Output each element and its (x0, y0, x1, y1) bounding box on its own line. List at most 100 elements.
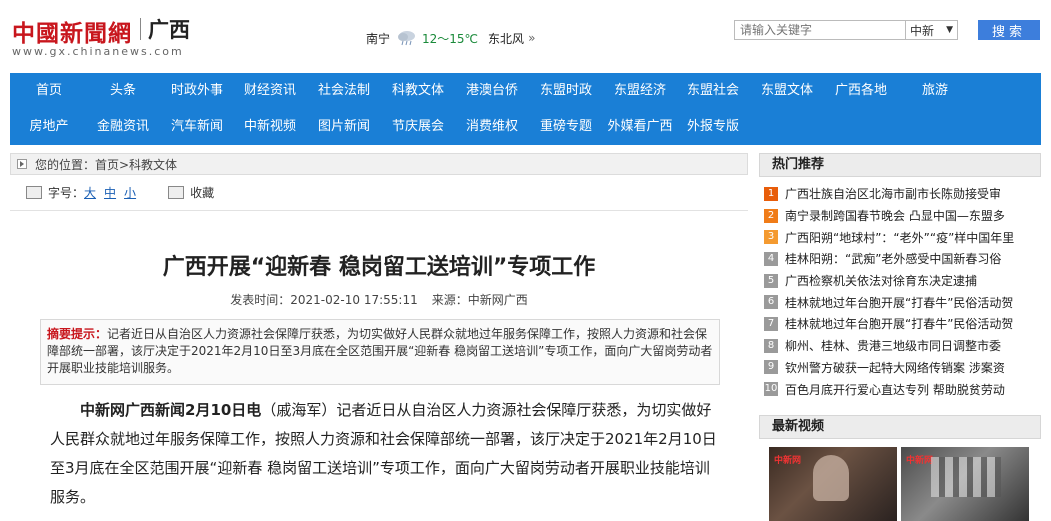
article-body: 中新网广西新闻2月10日电（戚海军）记者近日从自治区人力资源社会保障厅获悉，为切… (50, 396, 718, 512)
nav-item-photo[interactable]: 图片新闻 (307, 109, 381, 145)
list-item[interactable]: 8 柳州、桂林、贵港三地级市同日调整市委 (759, 335, 1041, 357)
hot-recommend-header: 热门推荐 (759, 153, 1041, 177)
logo-main-text: 中國新聞網 (12, 20, 132, 47)
main-nav: 首页 头条 时政外事 财经资讯 社会法制 科教文体 港澳台侨 东盟时政 东盟经济… (10, 73, 1041, 145)
weather-temperature: 12～15℃ (422, 31, 479, 46)
rank-badge: 9 (764, 360, 778, 375)
list-item[interactable]: 4 桂林阳朔：“武痴”老外感受中国新春习俗 (759, 248, 1041, 270)
hot-item-title: 柳州、桂林、贵港三地级市同日调整市委 (785, 339, 1002, 354)
hot-item-title: 百色月底开行爱心直达专列 帮助脱贫劳动 (785, 382, 1005, 397)
article-tools: 字号： 大 中 小 收藏 (10, 175, 748, 211)
search-button[interactable]: 搜索 (978, 20, 1040, 40)
breadcrumb: 您的位置：首页>科教文体 (10, 153, 748, 175)
article-dateline: 中新网广西新闻2月10日电 (80, 401, 262, 419)
font-size-label: 字号： (48, 186, 85, 200)
article-title: 广西开展“迎新春 稳岗留工送培训”专项工作 (162, 255, 596, 280)
favorite-button[interactable]: 收藏 (190, 184, 214, 201)
hot-item-title: 桂林就地过年台胞开展“打春牛”民俗活动贺 (785, 295, 1014, 310)
nav-item-sci-edu[interactable]: 科教文体 (381, 73, 455, 109)
search-input[interactable] (734, 20, 906, 40)
list-item[interactable]: 7 桂林就地过年台胞开展“打春牛”民俗活动贺 (759, 313, 1041, 335)
list-item[interactable]: 6 桂林就地过年台胞开展“打春牛”民俗活动贺 (759, 291, 1041, 313)
article-column: 您的位置：首页>科教文体 字号： 大 中 小 收藏 广西开展“迎新春 稳岗留工送… (10, 153, 748, 521)
sidebar: 热门推荐 1 广西壮族自治区北海市副市长陈勋接受审 2 南宁录制跨国春节晚会 凸显中… (759, 153, 1041, 521)
nav-item-video[interactable]: 中新视频 (233, 109, 307, 145)
nav-item-travel[interactable]: 旅游 (898, 73, 972, 109)
nav-item-auto[interactable]: 汽车新闻 (160, 109, 234, 145)
hot-item-title: 钦州警方破获一起特大网络传销案 涉案资 (785, 360, 1005, 375)
rank-badge: 2 (764, 208, 778, 223)
nav-item-hk-macao-tw[interactable]: 港澳台侨 (455, 73, 529, 109)
nav-item-special-topics[interactable]: 重磅专题 (529, 109, 603, 145)
nav-item-asean-politics[interactable]: 东盟时政 (529, 73, 603, 109)
nav-item-banking[interactable]: 金融资讯 (86, 109, 160, 145)
list-item[interactable]: 3 广西阳朔“地球村”：“老外”“疫”样中国年里 (759, 226, 1041, 248)
nav-item-finance[interactable]: 财经资讯 (233, 73, 307, 109)
video-logo-icon: 中新网 (906, 456, 934, 466)
site-logo[interactable]: 中國新聞網 广西 www.gx.chinanews.com (12, 14, 192, 64)
hot-item-title: 南宁录制跨国春节晚会 凸显中国—东盟多 (785, 209, 1005, 224)
nav-item-asean-society[interactable]: 东盟社会 (676, 73, 750, 109)
nav-item-home[interactable]: 首页 (12, 73, 86, 109)
summary-label: 摘要提示： (47, 327, 108, 341)
person-image (813, 455, 849, 501)
logo-domain-text: www.gx.chinanews.com (12, 45, 184, 58)
rank-badge: 1 (764, 186, 778, 201)
chevron-down-icon: ▼ (946, 25, 953, 35)
rank-badge: 8 (764, 338, 778, 353)
article-meta: 发表时间：2021-02-10 17:55:11 来源：中新网广西 (10, 291, 748, 308)
nav-item-asean-culture[interactable]: 东盟文体 (750, 73, 824, 109)
hot-item-title: 桂林阳朔：“武痴”老外感受中国新春习俗 (785, 252, 1002, 267)
nav-item-real-estate[interactable]: 房地产 (12, 109, 86, 145)
article-summary: 摘要提示：记者近日从自治区人力资源社会保障厅获悉，为切实做好人民群众就地过年服务… (40, 319, 720, 385)
hot-recommend-list: 1 广西壮族自治区北海市副市长陈勋接受审 2 南宁录制跨国春节晚会 凸显中国—东盟多… (759, 183, 1041, 400)
nav-item-politics[interactable]: 时政外事 (160, 73, 234, 109)
weather-wind: 东北风 (488, 31, 525, 46)
list-item[interactable]: 9 钦州警方破获一起特大网络传销案 涉案资 (759, 357, 1041, 379)
rank-badge: 7 (764, 316, 778, 331)
breadcrumb-text[interactable]: 您的位置：首页>科教文体 (35, 156, 177, 173)
rank-badge: 10 (764, 382, 778, 397)
nav-item-consumer[interactable]: 消费维权 (455, 109, 529, 145)
search-bar: 中新 ▼ 搜索 (734, 20, 1040, 40)
search-scope-value: 中新 (910, 23, 935, 38)
font-size-medium-button[interactable]: 中 (104, 184, 116, 201)
nav-item-festivals[interactable]: 节庆展会 (381, 109, 455, 145)
nav-row-2: 房地产 金融资讯 汽车新闻 中新视频 图片新闻 节庆展会 消费维权 重磅专题 外… (10, 109, 1041, 145)
nav-item-foreign-media[interactable]: 外媒看广西 (603, 109, 677, 145)
logo-region-text: 广西 (148, 18, 190, 42)
nav-item-foreign-papers[interactable]: 外报专版 (676, 109, 750, 145)
nav-item-society-law[interactable]: 社会法制 (307, 73, 381, 109)
search-scope-select[interactable]: 中新 ▼ (906, 20, 958, 40)
video-thumbnail[interactable]: 中新网 (769, 447, 897, 521)
font-size-small-button[interactable]: 小 (124, 184, 136, 201)
font-size-icon (26, 186, 42, 199)
hot-item-title: 广西检察机关依法对徐育东决定逮捕 (785, 274, 978, 289)
hot-item-title: 广西阳朔“地球村”：“老外”“疫”样中国年里 (785, 230, 1015, 245)
article-source: 来源：中新网广西 (431, 293, 528, 307)
list-item[interactable]: 1 广西壮族自治区北海市副市长陈勋接受审 (759, 183, 1041, 205)
hot-item-title: 广西壮族自治区北海市副市长陈勋接受审 (785, 187, 1002, 202)
font-size-large-button[interactable]: 大 (84, 184, 96, 201)
cloud-rain-icon (398, 31, 416, 46)
video-thumbnail[interactable]: 中新网 (901, 447, 1029, 521)
arrow-right-icon (17, 159, 27, 169)
nav-item-headlines[interactable]: 头条 (86, 73, 160, 109)
list-item[interactable]: 2 南宁录制跨国春节晚会 凸显中国—东盟多 (759, 205, 1041, 227)
site-header: 中國新聞網 广西 www.gx.chinanews.com 南宁 12～15℃ … (0, 0, 1051, 72)
favorite-icon (168, 186, 185, 199)
publish-time: 发表时间：2021-02-10 17:55:11 (230, 293, 418, 307)
rank-badge: 4 (764, 251, 778, 266)
video-logo-icon: 中新网 (774, 456, 802, 466)
nav-item-asean-economy[interactable]: 东盟经济 (603, 73, 677, 109)
latest-video-list: 中新网 中新网 (759, 447, 1041, 521)
list-item[interactable]: 10 百色月底开行爱心直达专列 帮助脱贫劳动 (759, 378, 1041, 400)
rank-badge: 6 (764, 295, 778, 310)
weather-more-link[interactable]: » (528, 31, 535, 45)
crowd-image (931, 457, 1001, 497)
nav-item-guangxi-local[interactable]: 广西各地 (824, 73, 898, 109)
latest-video-header: 最新视频 (759, 415, 1041, 439)
rank-badge: 3 (764, 230, 778, 245)
hot-item-title: 桂林就地过年台胞开展“打春牛”民俗活动贺 (785, 317, 1014, 332)
list-item[interactable]: 5 广西检察机关依法对徐育东决定逮捕 (759, 270, 1041, 292)
